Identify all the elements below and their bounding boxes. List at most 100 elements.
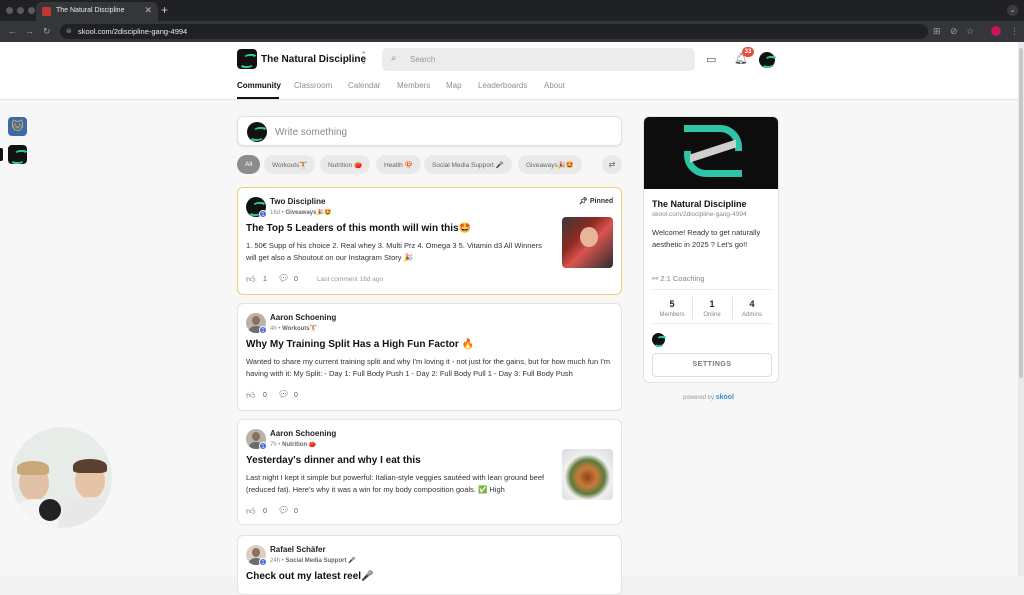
tab-search-icon[interactable]: ⌄ bbox=[1007, 5, 1018, 16]
new-tab-button[interactable]: + bbox=[161, 3, 168, 17]
person-right-shirt bbox=[63, 497, 112, 528]
settings-button[interactable]: SETTINGS bbox=[652, 353, 772, 377]
favicon-icon bbox=[42, 7, 51, 16]
scrollbar-thumb[interactable] bbox=[1019, 48, 1023, 378]
author-name[interactable]: Aaron Schoening bbox=[270, 313, 336, 322]
search-input[interactable]: ⌕ Search bbox=[382, 48, 695, 71]
eye-off-icon[interactable]: ⊘ bbox=[950, 26, 958, 37]
tab-leaderboards[interactable]: Leaderboards bbox=[478, 81, 527, 90]
level-badge: 1 bbox=[259, 326, 267, 334]
tab-calendar[interactable]: Calendar bbox=[348, 81, 380, 90]
admins-label: Admins bbox=[741, 312, 762, 318]
post-meta: 4h • Workouts🏋 bbox=[270, 325, 317, 332]
pinned-label: 📌︎ Pinned bbox=[579, 198, 614, 205]
menu-icon[interactable]: ⋮ bbox=[1010, 26, 1019, 37]
filter-chip-social-media[interactable]: Social Media Support 🎤 bbox=[424, 155, 512, 174]
window-close-dot[interactable] bbox=[6, 7, 13, 14]
post-thumbnail[interactable] bbox=[562, 449, 613, 500]
forward-icon[interactable]: → bbox=[25, 26, 34, 36]
composer-avatar bbox=[247, 122, 267, 142]
post-card[interactable]: 1 Rafael Schäfer 24h • Social Media Supp… bbox=[237, 535, 622, 595]
person-left-hair bbox=[17, 461, 49, 475]
active-group-indicator bbox=[0, 148, 3, 161]
post-card[interactable]: 1 Two Discipline 16d • Giveaways🎉🤩 📌︎ Pi… bbox=[237, 187, 622, 295]
divider bbox=[652, 323, 772, 324]
comment-icon[interactable]: 💬︎ bbox=[278, 389, 289, 400]
profile-icon[interactable] bbox=[991, 26, 1001, 36]
like-icon[interactable]: 👍︎ bbox=[246, 506, 255, 517]
filter-settings-icon[interactable]: ⇄ bbox=[602, 155, 622, 174]
comment-count: 0 bbox=[294, 392, 298, 399]
post-title[interactable]: The Top 5 Leaders of this month will win… bbox=[246, 223, 471, 234]
post-title[interactable]: Check out my latest reel🎤 bbox=[246, 571, 374, 582]
post-body: 1. 50€ Supp of his choice 2. Real whey 3… bbox=[246, 241, 542, 262]
post-time: 4h • bbox=[270, 326, 283, 332]
filter-chip-workouts[interactable]: Workouts🏋 bbox=[264, 155, 316, 174]
site-info-icon[interactable]: ⊜ bbox=[66, 27, 72, 35]
like-icon[interactable]: 👍︎ bbox=[246, 274, 255, 285]
tab-community[interactable]: Community bbox=[237, 81, 281, 90]
filter-chip-nutrition[interactable]: Nutrition 🍅 bbox=[320, 155, 371, 174]
group-name[interactable]: The Natural Discipline bbox=[261, 54, 366, 65]
browser-tab[interactable]: The Natural Discipline ✕ bbox=[36, 2, 158, 21]
filter-chip-all[interactable]: All bbox=[237, 155, 261, 174]
members-label: Members bbox=[659, 312, 685, 318]
group-shortcut-icon[interactable] bbox=[8, 145, 27, 164]
tab-classroom[interactable]: Classroom bbox=[294, 81, 332, 90]
author-name[interactable]: Rafael Schäfer bbox=[270, 545, 326, 554]
card-group-url: skool.com/2discipline-gang-4994 bbox=[652, 211, 747, 218]
post-time: 7h • bbox=[270, 442, 283, 448]
like-count: 1 bbox=[263, 276, 267, 283]
card-group-name: The Natural Discipline bbox=[652, 199, 747, 209]
window-minimize-dot[interactable] bbox=[17, 7, 24, 14]
post-card[interactable]: 1 Aaron Schoening 4h • Workouts🏋 Why My … bbox=[237, 303, 622, 411]
filter-chip-health[interactable]: Health 🍄 bbox=[376, 155, 421, 174]
translate-icon[interactable]: ⊞ bbox=[933, 26, 941, 37]
comment-count: 0 bbox=[294, 276, 298, 283]
post-composer[interactable]: Write something bbox=[237, 116, 622, 146]
group-logo-icon[interactable] bbox=[237, 49, 257, 69]
close-tab-icon[interactable]: ✕ bbox=[144, 5, 152, 16]
group-about-card: The Natural Discipline skool.com/2discip… bbox=[643, 116, 779, 383]
comment-icon[interactable]: 💬︎ bbox=[278, 505, 289, 516]
online-label: Online bbox=[703, 312, 721, 318]
group-logo-large-icon bbox=[684, 125, 742, 181]
post-meta: 24h • Social Media Support 🎤 bbox=[270, 557, 356, 564]
like-count: 0 bbox=[263, 392, 267, 399]
browser-toolbar: ← → ↻ ⊜ skool.com/2discipline-gang-4994 … bbox=[0, 21, 1024, 42]
admin-avatar[interactable] bbox=[652, 333, 665, 346]
author-name[interactable]: Two Discipline bbox=[270, 197, 325, 206]
group-switcher-icon[interactable]: ⌃ ⌄ bbox=[360, 51, 368, 66]
admins-count: 4 bbox=[749, 299, 755, 309]
filter-chip-giveaways[interactable]: Giveaways🎉🤩 bbox=[518, 155, 582, 174]
url-text: skool.com/2discipline-gang-4994 bbox=[78, 27, 188, 36]
skool-logo: skool bbox=[715, 394, 734, 401]
reload-icon[interactable]: ↻ bbox=[43, 26, 51, 37]
card-link[interactable]: ⚯ 2:1 Coaching bbox=[652, 274, 705, 283]
post-title[interactable]: Yesterday's dinner and why I eat this bbox=[246, 455, 421, 466]
like-icon[interactable]: 👍︎ bbox=[246, 390, 255, 401]
search-icon: ⌕ bbox=[391, 53, 397, 64]
active-tab-underline bbox=[237, 97, 279, 99]
chat-icon[interactable]: ▭ bbox=[706, 53, 716, 66]
post-meta: 16d • Giveaways🎉🤩 bbox=[270, 209, 331, 216]
address-bar[interactable]: ⊜ skool.com/2discipline-gang-4994 bbox=[60, 24, 928, 39]
tab-title: The Natural Discipline bbox=[56, 7, 125, 14]
user-avatar[interactable] bbox=[759, 52, 775, 68]
cat-app-icon[interactable]: 🐱︎ bbox=[8, 117, 27, 136]
post-card[interactable]: 1 Aaron Schoening 7h • Nutrition 🍅 Yeste… bbox=[237, 419, 622, 525]
powered-by[interactable]: powered by skool bbox=[683, 394, 734, 401]
last-comment: Last comment 16d ago bbox=[317, 276, 384, 283]
tab-members[interactable]: Members bbox=[397, 81, 430, 90]
author-name[interactable]: Aaron Schoening bbox=[270, 429, 336, 438]
tab-about[interactable]: About bbox=[544, 81, 565, 90]
comment-icon[interactable]: 💬︎ bbox=[278, 273, 289, 284]
back-icon[interactable]: ← bbox=[8, 26, 17, 36]
post-meta: 7h • Nutrition 🍅 bbox=[270, 441, 316, 448]
post-time: 24h • bbox=[270, 558, 286, 564]
post-title[interactable]: Why My Training Split Has a High Fun Fac… bbox=[246, 339, 474, 350]
bookmark-star-icon[interactable]: ☆ bbox=[966, 26, 974, 37]
post-thumbnail[interactable] bbox=[562, 217, 613, 268]
window-zoom-dot[interactable] bbox=[28, 7, 35, 14]
tab-map[interactable]: Map bbox=[446, 81, 462, 90]
